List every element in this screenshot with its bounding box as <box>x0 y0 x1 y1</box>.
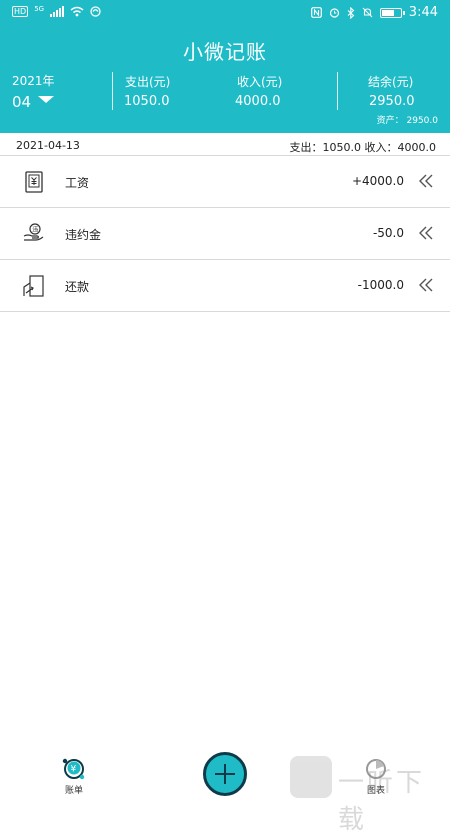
double-chevron-left-icon[interactable] <box>418 174 434 188</box>
income-value: 4000.0 <box>235 94 281 109</box>
mute-icon <box>362 7 373 18</box>
app-notification-icon <box>90 6 101 17</box>
balance-value: 2950.0 <box>369 94 415 109</box>
month-dropdown-icon[interactable] <box>38 96 54 103</box>
income-label: 收入(元) <box>237 75 283 89</box>
wifi-icon <box>70 6 84 17</box>
expense-label: 支出(元) <box>125 75 171 89</box>
month-value[interactable]: 04 <box>12 93 31 111</box>
record-amount: +4000.0 <box>351 174 404 188</box>
divider <box>337 72 338 110</box>
add-record-button[interactable] <box>203 752 247 796</box>
bills-icon: ¥ <box>62 758 85 780</box>
watermark-text: 一听下载 <box>338 768 426 835</box>
record-name: 还款 <box>65 280 90 294</box>
record-amount: -50.0 <box>372 226 404 240</box>
day-header: 2021-04-13 支出：1050.0 收入：4000.0 <box>0 133 450 156</box>
list-item[interactable]: 违 违约金 -50.0 <box>0 208 450 260</box>
day-date: 2021-04-13 <box>16 139 80 152</box>
tab-bills[interactable]: ¥ 账单 <box>54 757 94 796</box>
penalty-icon: 违 <box>23 223 44 241</box>
record-name: 违约金 <box>65 228 102 242</box>
header: HD 5G 3:44 小微记账 2021年 04 支出(元) 1050.0 收入… <box>0 0 450 133</box>
battery-icon <box>379 7 405 18</box>
year-label[interactable]: 2021年 <box>12 72 55 89</box>
list-item[interactable]: 工资 +4000.0 <box>0 156 450 208</box>
list-item[interactable]: 还款 -1000.0 <box>0 260 450 312</box>
app-title: 小微记账 <box>183 40 267 64</box>
hd-badge: HD <box>12 6 29 17</box>
clock: 3:44 <box>408 5 438 20</box>
watermark: 一听下载 <box>290 756 450 835</box>
day-summary: 支出：1050.0 收入：4000.0 <box>289 141 436 154</box>
signal-icon <box>50 6 65 17</box>
divider <box>112 72 113 110</box>
nfc-icon <box>310 7 322 18</box>
tab-label: 账单 <box>64 786 83 796</box>
watermark-logo-icon <box>290 756 332 798</box>
network-type: 5G <box>34 5 45 13</box>
double-chevron-left-icon[interactable] <box>418 278 434 292</box>
balance-label: 结余(元) <box>368 75 414 89</box>
svg-text:¥: ¥ <box>71 765 77 775</box>
bluetooth-icon <box>347 6 355 19</box>
svg-text:违: 违 <box>32 227 38 234</box>
salary-icon <box>25 171 43 193</box>
repayment-icon <box>23 275 44 297</box>
record-name: 工资 <box>65 176 90 190</box>
assets-value: 资产： 2950.0 <box>376 116 438 126</box>
alarm-icon <box>329 8 339 18</box>
double-chevron-left-icon[interactable] <box>418 226 434 240</box>
record-amount: -1000.0 <box>357 278 404 292</box>
expense-value: 1050.0 <box>124 94 170 109</box>
status-bar: HD 5G 3:44 <box>0 0 450 28</box>
